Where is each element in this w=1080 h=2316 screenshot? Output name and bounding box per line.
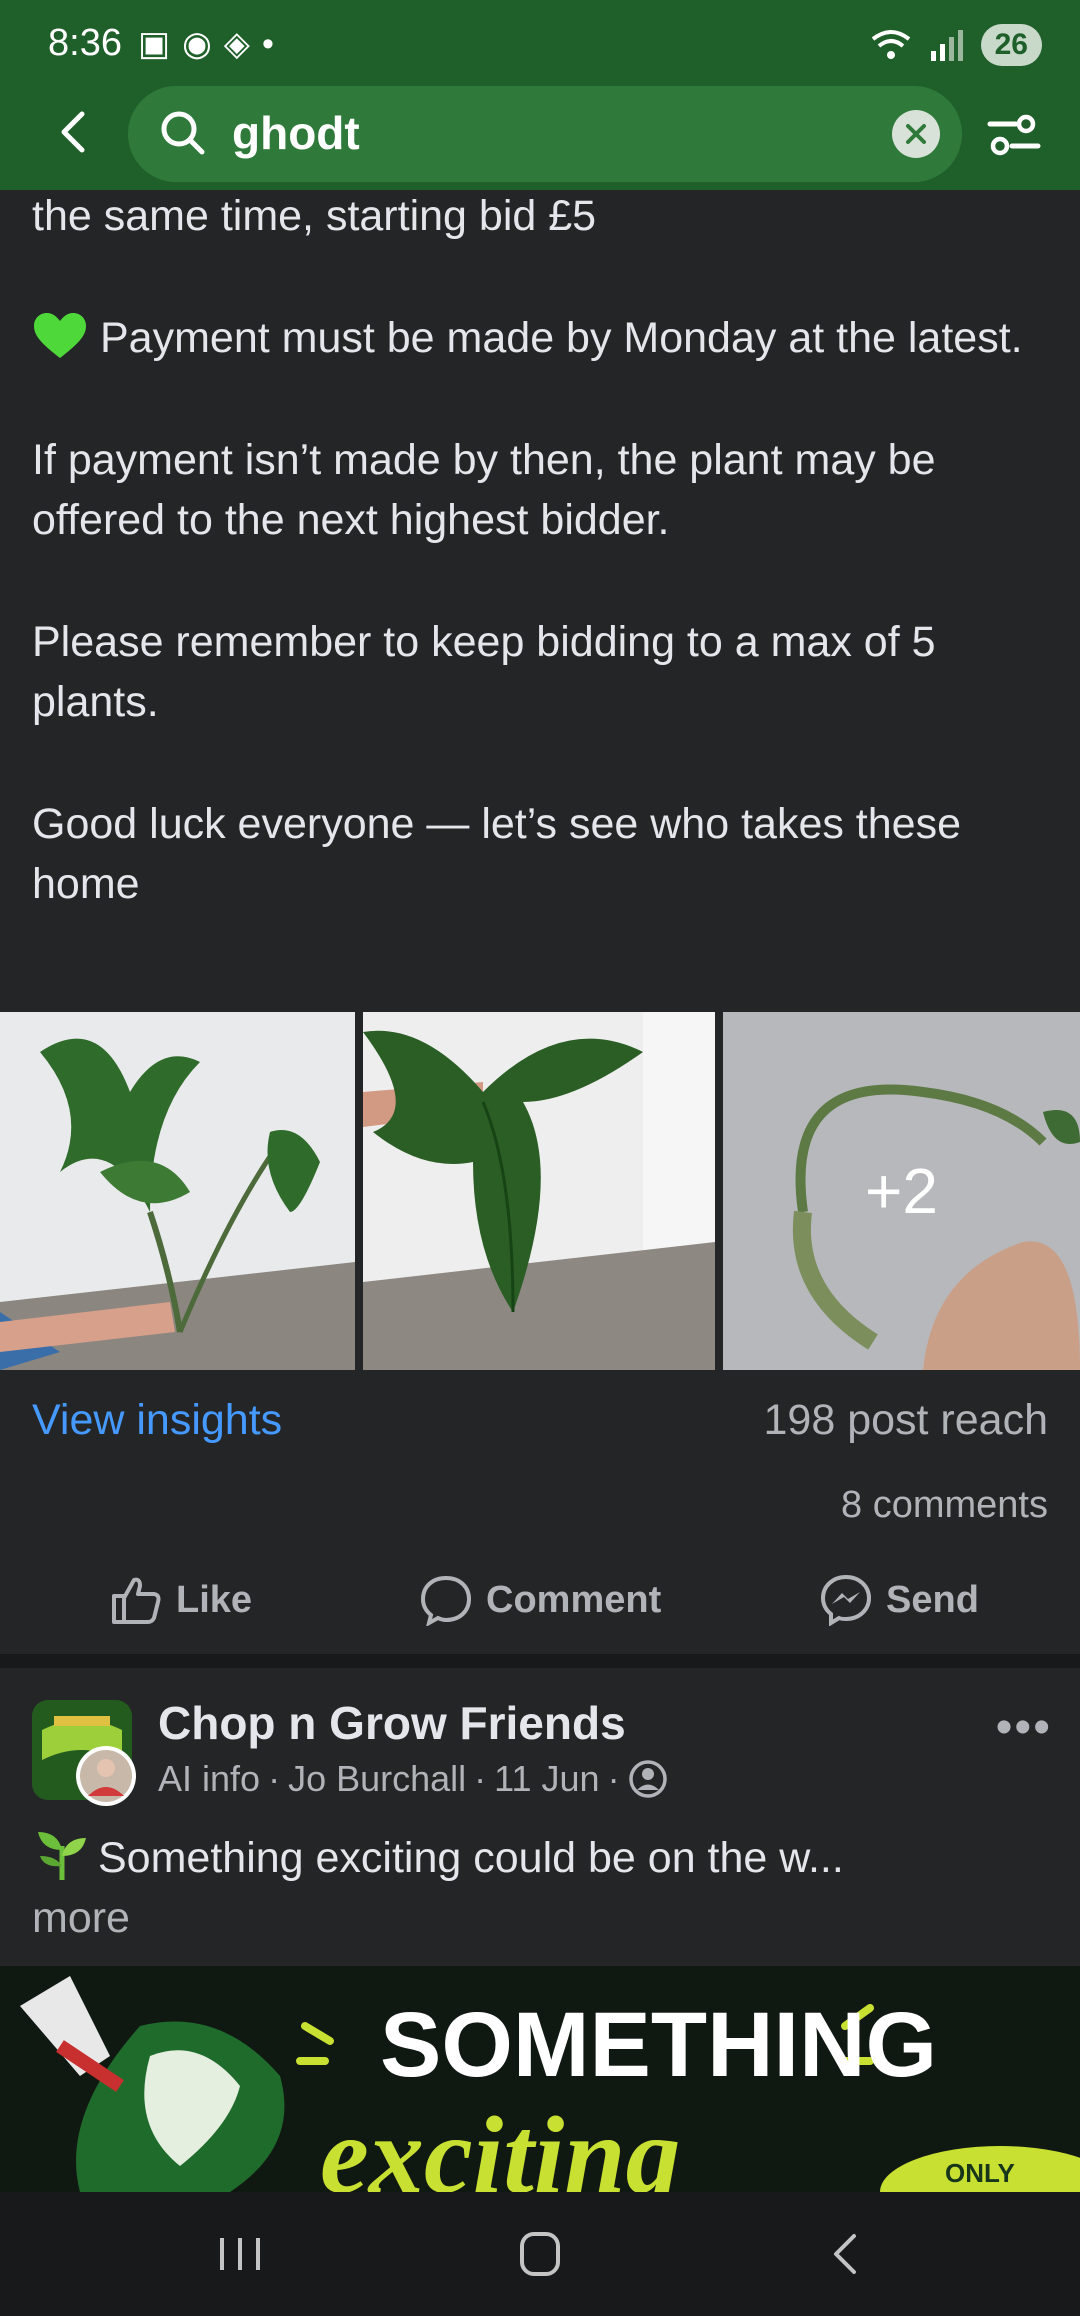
search-query[interactable]: ghodt <box>232 106 360 160</box>
comment-bubble-icon <box>420 1575 472 1626</box>
banner-subheadline: exciting <box>320 2094 681 2192</box>
meta-separator: · <box>607 1758 620 1799</box>
post-body: the same time, starting bid £5 Payment m… <box>32 186 1052 914</box>
system-navigation-bar <box>0 2192 1080 2316</box>
payment-label: Payment must be made by Monday at the la… <box>100 314 1023 362</box>
home-button[interactable] <box>510 2226 570 2282</box>
send-button[interactable]: Send <box>820 1560 979 1640</box>
max-plants-text: Please remember to keep bidding to a max… <box>32 618 936 726</box>
good-luck-text: Good luck everyone — let’s see who takes… <box>32 800 961 908</box>
messenger-icon <box>820 1574 872 1626</box>
see-more-link[interactable]: more <box>32 1894 130 1942</box>
view-insights-link[interactable]: View insights <box>32 1396 282 1445</box>
back-button[interactable] <box>44 102 104 162</box>
banner-headline: SOMETHING <box>380 1994 937 2096</box>
post-actions: Like Comment Send <box>0 1560 1080 1640</box>
photo-grid: +2 <box>0 1012 1080 1370</box>
plant-photo-3[interactable]: +2 <box>723 1012 1080 1370</box>
promo-banner-image[interactable]: SOMETHING exciting ONLY <box>0 1966 1080 2192</box>
recent-apps-icon <box>220 2238 260 2270</box>
battery-indicator: 26 <box>980 24 1042 66</box>
dot-icon: • <box>261 25 274 63</box>
group-avatar[interactable] <box>32 1700 138 1806</box>
like-label: Like <box>176 1578 253 1621</box>
post-options-button[interactable]: ••• <box>996 1700 1052 1755</box>
post-snippet: Something exciting could be on the w... … <box>32 1826 1052 1948</box>
payment-text: Payment must be made by Monday at the la… <box>32 308 1052 368</box>
sliders-icon <box>987 114 1041 156</box>
search-field[interactable]: ghodt <box>128 86 962 182</box>
meta-separator: · <box>268 1758 281 1799</box>
recent-apps-button[interactable] <box>210 2226 270 2282</box>
home-icon <box>520 2232 560 2276</box>
comment-button[interactable]: Comment <box>420 1560 661 1640</box>
signal-icon <box>930 30 963 61</box>
post-meta: AI info · Jo Burchall · 11 Jun · <box>158 1758 668 1800</box>
sprout-icon <box>38 1832 86 1880</box>
post-text-line: the same time, starting bid £5 <box>32 192 597 240</box>
notification-icons: ▣ ◉ ◈ • <box>138 24 274 64</box>
status-bar: 8:36 ▣ ◉ ◈ • 26 <box>0 0 1080 90</box>
screen-record-icon: ▣ <box>138 25 171 63</box>
post-date: 11 Jun <box>494 1758 600 1799</box>
comment-label: Comment <box>486 1578 662 1621</box>
search-icon <box>161 111 205 155</box>
messenger-icon: ◉ <box>182 25 212 63</box>
chevron-left-icon <box>61 111 85 153</box>
comments-count[interactable]: 8 comments <box>841 1484 1048 1527</box>
post-author[interactable]: Jo Burchall <box>288 1758 466 1800</box>
system-icons: 26 <box>869 24 1042 66</box>
green-heart-icon <box>34 313 86 358</box>
plant-photo-2[interactable] <box>363 1012 715 1370</box>
status-time: 8:36 <box>48 22 122 64</box>
more-photos-overlay[interactable]: +2 <box>723 1012 1080 1370</box>
system-back-button[interactable] <box>816 2226 876 2282</box>
wifi-icon <box>871 30 910 59</box>
group-members-icon <box>628 1760 667 1798</box>
snippet-text: Something exciting could be on the w... <box>98 1834 844 1882</box>
close-icon <box>906 124 926 144</box>
post-reach: 198 post reach <box>763 1396 1048 1444</box>
ai-info-link[interactable]: AI info <box>158 1758 260 1800</box>
top-app-bar: 8:36 ▣ ◉ ◈ • 26 ghodt <box>0 0 1080 190</box>
clear-search-button[interactable] <box>892 110 940 158</box>
plant-photo-1[interactable] <box>0 1012 355 1370</box>
send-label: Send <box>886 1578 979 1621</box>
back-icon <box>834 2234 856 2274</box>
filter-button[interactable] <box>986 110 1042 160</box>
group-name[interactable]: Chop n Grow Friends <box>158 1696 626 1750</box>
meta-separator: · <box>474 1758 487 1799</box>
thumbs-up-icon <box>112 1577 161 1624</box>
next-bidder-text: If payment isn’t made by then, the plant… <box>32 436 936 544</box>
feed-divider <box>0 1654 1080 1668</box>
like-button[interactable]: Like <box>110 1560 252 1640</box>
banner-badge: ONLY <box>945 2158 1015 2188</box>
app-notification-icon: ◈ <box>223 25 250 63</box>
